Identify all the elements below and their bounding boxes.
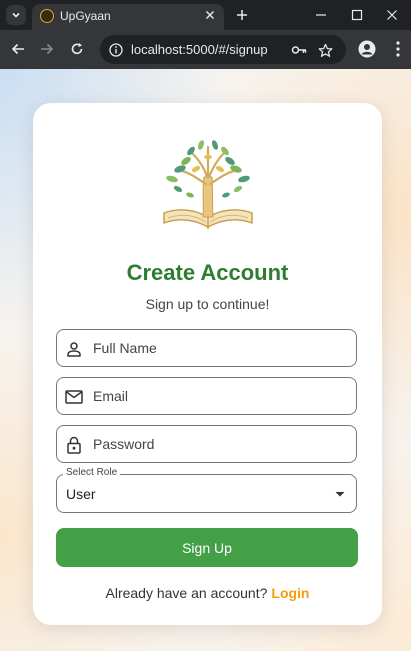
role-select[interactable]: Select Role User	[56, 467, 357, 513]
browser-tab[interactable]: UpGyaan	[32, 4, 224, 30]
star-icon	[318, 43, 332, 57]
new-tab-button[interactable]	[232, 5, 252, 25]
full-name-field[interactable]	[56, 329, 357, 367]
plus-icon	[237, 10, 247, 20]
minimize-button[interactable]	[311, 5, 331, 25]
email-field[interactable]	[56, 377, 357, 415]
profile-button[interactable]	[357, 39, 377, 59]
minimize-icon	[316, 14, 326, 16]
password-manager-button[interactable]	[290, 41, 308, 59]
close-icon	[206, 11, 214, 19]
browser-toolbar: localhost:5000/#/signup	[0, 30, 411, 69]
email-input[interactable]	[93, 378, 348, 414]
maximize-button[interactable]	[347, 5, 367, 25]
arrow-left-icon	[11, 43, 24, 55]
more-vertical-icon	[396, 41, 400, 57]
forward-button[interactable]	[37, 39, 57, 59]
password-input[interactable]	[93, 426, 348, 462]
tree-book-logo	[163, 140, 253, 229]
login-prompt-row: Already have an account? Login	[33, 585, 382, 601]
page-subtitle: Sign up to continue!	[145, 296, 270, 312]
signup-button[interactable]: Sign Up	[56, 528, 358, 567]
dropdown-arrow-icon[interactable]	[335, 489, 345, 499]
tab-search-button[interactable]	[6, 5, 26, 25]
tab-title: UpGyaan	[60, 9, 111, 23]
page-title: Create Account	[126, 260, 289, 285]
window-close-button[interactable]	[382, 5, 402, 25]
signup-card: Create Account Sign up to continue! Sele…	[33, 103, 382, 625]
address-bar[interactable]: localhost:5000/#/signup	[100, 35, 346, 64]
url-text[interactable]: localhost:5000/#/signup	[131, 42, 268, 57]
role-select-label: Select Role	[63, 467, 121, 478]
site-info-button[interactable]	[107, 41, 124, 58]
full-name-input[interactable]	[93, 330, 348, 366]
info-icon	[108, 42, 123, 57]
tab-close-button[interactable]	[202, 7, 218, 23]
back-button[interactable]	[8, 39, 28, 59]
reload-icon	[71, 43, 83, 55]
reload-button[interactable]	[67, 39, 87, 59]
maximize-icon	[351, 9, 363, 21]
account-icon	[358, 40, 376, 58]
browser-menu-button[interactable]	[388, 39, 408, 59]
page-background: Create Account Sign up to continue! Sele…	[0, 69, 411, 651]
email-icon	[65, 388, 83, 406]
login-prompt-text: Already have an account?	[105, 585, 268, 601]
arrow-right-icon	[41, 43, 54, 55]
key-icon	[291, 46, 307, 54]
bookmark-button[interactable]	[316, 41, 334, 59]
lock-icon	[65, 436, 83, 454]
chevron-down-icon	[12, 12, 20, 18]
password-field[interactable]	[56, 425, 357, 463]
person-icon	[65, 340, 83, 358]
login-link[interactable]: Login	[271, 585, 309, 601]
browser-tab-bar: UpGyaan	[0, 0, 411, 30]
role-select-value[interactable]: User	[66, 486, 96, 502]
close-icon	[387, 10, 397, 20]
site-favicon-icon	[40, 9, 54, 23]
